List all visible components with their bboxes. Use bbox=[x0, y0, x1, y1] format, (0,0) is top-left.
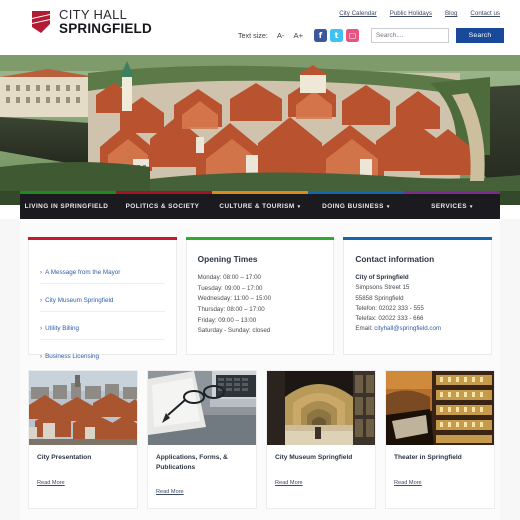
logo-line-1: CITY HALL bbox=[59, 7, 128, 22]
nav-item-living-in-springfield[interactable]: LIVING IN SPRINGFIELD bbox=[20, 191, 116, 219]
opening-row-friday: Friday: 09:00 – 13:00 bbox=[197, 316, 257, 324]
text-size-decrease-button[interactable]: A- bbox=[276, 31, 286, 40]
social-links: f t ▢ bbox=[314, 29, 359, 42]
nav-accent-3 bbox=[212, 191, 308, 194]
nav-accent-1 bbox=[20, 191, 116, 194]
nav-accent-4 bbox=[308, 191, 404, 194]
teaser-card-city-presentation[interactable]: City Presentation Read More bbox=[28, 370, 138, 510]
list-item: City Museum Springfield bbox=[40, 284, 165, 312]
list-item: A Message from the Mayor bbox=[40, 256, 165, 284]
utility-bar: Text size: A- A+ f t ▢ Search bbox=[238, 28, 504, 43]
teaser-title: Theater in Springfield bbox=[394, 454, 462, 461]
teaser-body: City Presentation Read More bbox=[29, 445, 137, 499]
opening-row-tuesday: Tuesday: 09:00 – 17:00 bbox=[197, 284, 263, 292]
opening-row-wednesday: Wednesday: 11:00 – 15:00 bbox=[197, 295, 272, 303]
chevron-down-icon: ▾ bbox=[386, 203, 390, 210]
contact-email-label: Email: bbox=[355, 325, 373, 333]
facebook-icon[interactable]: f bbox=[314, 29, 327, 42]
teaser-title: Applications, Forms, & Publications bbox=[156, 454, 228, 471]
contact-email-link[interactable]: cityhall@springfield.com bbox=[374, 325, 441, 332]
list-item: Utility Billing bbox=[40, 312, 165, 340]
read-more-link[interactable]: Read More bbox=[275, 480, 303, 486]
teaser-card-city-museum[interactable]: City Museum Springfield Read More bbox=[266, 370, 376, 510]
link-contact-us[interactable]: Contact us bbox=[470, 10, 500, 17]
search-input[interactable] bbox=[371, 28, 449, 43]
nav-label: POLITICS & SOCIETY bbox=[125, 203, 200, 210]
city-rooftops-photo bbox=[29, 371, 137, 445]
read-more-link[interactable]: Read More bbox=[37, 480, 65, 486]
page-root: CITY HALL SPRINGFIELD City Calendar Publ… bbox=[0, 0, 520, 520]
teaser-body: Theater in Springfield Read More bbox=[386, 445, 494, 499]
contact-details: City of Springfield Simpsons Street 15 5… bbox=[355, 273, 480, 335]
shield-ribbon-logo-icon bbox=[30, 9, 52, 35]
teaser-card-theater[interactable]: Theater in Springfield Read More bbox=[385, 370, 495, 510]
opening-row-monday: Monday: 08:00 – 17:00 bbox=[197, 274, 261, 281]
site-logo[interactable]: CITY HALL SPRINGFIELD bbox=[30, 8, 152, 36]
nav-accent-5 bbox=[404, 191, 500, 194]
card-title: Opening Times bbox=[197, 254, 258, 264]
contact-city: 55858 Springfield bbox=[355, 294, 404, 302]
nav-item-doing-business[interactable]: DOING BUSINESS ▾ bbox=[308, 191, 404, 219]
nav-label: DOING BUSINESS bbox=[322, 203, 384, 210]
contact-org: City of Springfield bbox=[355, 274, 409, 281]
teaser-body: City Museum Springfield Read More bbox=[267, 445, 375, 499]
nav-item-culture-tourism[interactable]: CULTURE & TOURISM ▾ bbox=[212, 191, 308, 219]
card-accent-bar bbox=[185, 237, 335, 240]
card-accent-bar bbox=[28, 237, 177, 240]
quick-links-list: A Message from the Mayor City Museum Spr… bbox=[40, 256, 165, 367]
teaser-card-applications-forms[interactable]: Applications, Forms, & Publications Read… bbox=[147, 370, 257, 510]
list-item: Business Licensing bbox=[40, 340, 165, 367]
card-quick-links: A Message from the Mayor City Museum Spr… bbox=[28, 237, 177, 360]
card-opening-times: Opening Times Monday: 08:00 – 17:00 Tues… bbox=[185, 237, 335, 355]
hero-image bbox=[0, 55, 520, 205]
teaser-body: Applications, Forms, & Publications Read… bbox=[148, 445, 256, 508]
read-more-link[interactable]: Read More bbox=[394, 480, 422, 486]
opening-row-weekend: Saturday - Sunday: closed bbox=[197, 327, 271, 335]
card-title: Contact information bbox=[355, 254, 435, 264]
nav-accent-strip bbox=[20, 191, 500, 194]
contact-email-row: Email: cityhall@springfield.com bbox=[355, 324, 480, 334]
link-utility-billing[interactable]: Utility Billing bbox=[40, 325, 79, 332]
museum-vaulted-hall-photo bbox=[267, 371, 375, 445]
contact-fax: Telefax: 02022 333 - 666 bbox=[355, 315, 424, 323]
nav-label: SERVICES bbox=[431, 203, 467, 210]
search-button[interactable]: Search bbox=[456, 28, 504, 43]
utility-links: City Calendar Public Holidays Blog Conta… bbox=[339, 10, 500, 17]
main-navigation: LIVING IN SPRINGFIELD POLITICS & SOCIETY… bbox=[20, 191, 500, 219]
nav-label: CULTURE & TOURISM bbox=[219, 203, 295, 210]
teaser-card-row: City Presentation Read More Applications… bbox=[28, 370, 495, 510]
info-card-row: A Message from the Mayor City Museum Spr… bbox=[28, 237, 493, 360]
desk-glasses-laptop-photo bbox=[148, 371, 256, 445]
card-contact-information: Contact information City of Springfield … bbox=[343, 237, 493, 355]
chevron-down-icon: ▾ bbox=[297, 203, 301, 210]
nav-item-services[interactable]: SERVICES ▾ bbox=[404, 191, 500, 219]
nav-accent-2 bbox=[116, 191, 212, 194]
opening-times-list: Monday: 08:00 – 17:00 Tuesday: 09:00 – 1… bbox=[198, 273, 323, 337]
link-public-holidays[interactable]: Public Holidays bbox=[390, 10, 432, 17]
nav-label: LIVING IN SPRINGFIELD bbox=[24, 203, 109, 210]
link-city-museum-springfield[interactable]: City Museum Springfield bbox=[40, 297, 113, 304]
card-accent-bar bbox=[343, 237, 493, 240]
text-size-increase-button[interactable]: A+ bbox=[293, 31, 305, 40]
text-size-label: Text size: bbox=[237, 31, 268, 40]
instagram-icon[interactable]: ▢ bbox=[346, 29, 359, 42]
theater-auditorium-photo bbox=[386, 371, 494, 445]
opening-row-thursday: Thursday: 08:00 – 17:00 bbox=[197, 305, 265, 313]
logo-line-2: SPRINGFIELD bbox=[59, 20, 152, 36]
read-more-link[interactable]: Read More bbox=[156, 489, 184, 495]
teaser-title: City Museum Springfield bbox=[275, 454, 353, 461]
link-blog[interactable]: Blog bbox=[445, 10, 457, 17]
twitter-icon[interactable]: t bbox=[330, 29, 343, 42]
teaser-title: City Presentation bbox=[37, 454, 92, 461]
site-header: CITY HALL SPRINGFIELD City Calendar Publ… bbox=[0, 0, 520, 55]
link-business-licensing[interactable]: Business Licensing bbox=[40, 353, 99, 360]
contact-phone: Telefon: 02022 333 - 555 bbox=[355, 304, 424, 312]
link-message-from-mayor[interactable]: A Message from the Mayor bbox=[40, 269, 120, 276]
chevron-down-icon: ▾ bbox=[469, 203, 473, 210]
link-city-calendar[interactable]: City Calendar bbox=[339, 10, 377, 17]
contact-street: Simpsons Street 15 bbox=[355, 284, 410, 292]
nav-item-politics-society[interactable]: POLITICS & SOCIETY bbox=[116, 191, 212, 219]
